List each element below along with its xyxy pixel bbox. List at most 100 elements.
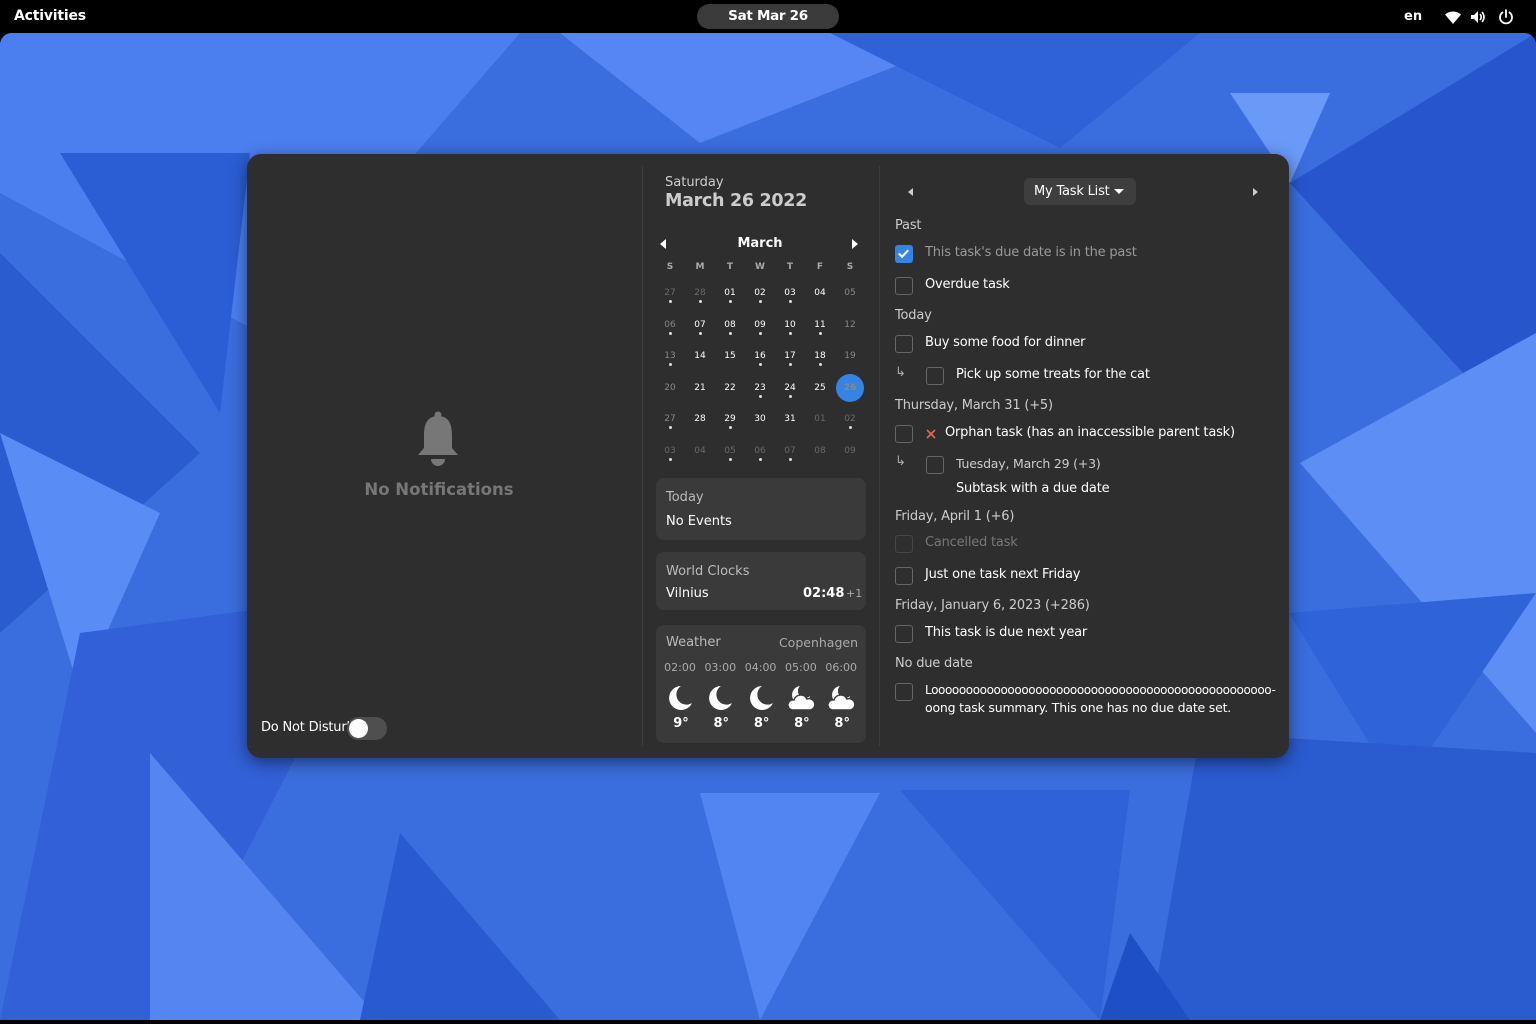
event-dot (759, 300, 762, 303)
event-dot (759, 394, 762, 398)
date-label[interactable]: March 26 2022 (665, 191, 807, 211)
event-dot (669, 426, 672, 429)
weekday-header: T (726, 262, 734, 272)
task-label: This task is due next year (925, 625, 1088, 640)
calendar-day[interactable]: 02 (745, 278, 775, 308)
task-list-selector[interactable]: My Task List (1024, 178, 1136, 205)
calendar-day[interactable]: 04 (805, 278, 835, 308)
calendar-day[interactable]: 16 (745, 341, 775, 371)
event-dot (759, 363, 762, 366)
task-label: Cancelled task (925, 535, 1018, 550)
calendar-day[interactable]: 27 (655, 278, 685, 308)
calendar-day[interactable]: 20 (655, 373, 685, 403)
dropdown-caret-icon (1114, 189, 1124, 194)
task-checkbox[interactable] (895, 245, 913, 263)
task-checkbox[interactable] (895, 683, 913, 701)
task-list-name: My Task List (1034, 184, 1110, 199)
do-not-disturb-switch[interactable] (347, 717, 387, 740)
activities-button[interactable]: Activities (14, 8, 86, 24)
night-clear-icon (749, 686, 773, 710)
calendar-day[interactable]: 29 (715, 404, 745, 434)
task-checkbox[interactable] (895, 277, 913, 295)
night-cloudy-icon (787, 686, 816, 711)
calendar-day[interactable]: 03 (655, 436, 685, 466)
weekday-header: W (755, 262, 765, 272)
notifications-column: No Notifications Do Not Disturb (247, 154, 642, 758)
event-dot (849, 426, 852, 429)
event-dot (789, 300, 792, 303)
calendar-day[interactable]: 15 (715, 341, 745, 371)
task-label: Overdue task (925, 277, 1010, 292)
calendar-day[interactable]: 08 (715, 310, 745, 340)
event-dot (699, 300, 702, 303)
calendar-day[interactable]: 11 (805, 310, 835, 340)
world-clocks-card[interactable]: World Clocks Vilnius 02:48 +1 (656, 552, 866, 610)
previous-list-icon[interactable] (903, 184, 919, 200)
calendar-day[interactable]: 24 (775, 373, 805, 403)
calendar-day[interactable]: 02 (835, 404, 865, 434)
calendar-day[interactable]: 05 (835, 278, 865, 308)
clock-time: 02:48 (803, 586, 845, 601)
next-list-icon[interactable] (1247, 184, 1263, 200)
calendar-day[interactable]: 17 (775, 341, 805, 371)
calendar-day[interactable]: 13 (655, 341, 685, 371)
calendar-day[interactable]: 25 (805, 373, 835, 403)
calendar-column: Saturday March 26 2022 March S M T W T F S 27 28… (643, 154, 879, 758)
calendar-day[interactable]: 12 (835, 310, 865, 340)
power-icon[interactable] (1497, 8, 1515, 26)
calendar-day[interactable]: 07 (685, 310, 715, 340)
calendar-day[interactable]: 27 (655, 404, 685, 434)
task-checkbox[interactable] (926, 456, 944, 474)
calendar-day[interactable]: 01 (715, 278, 745, 308)
task-checkbox[interactable] (895, 625, 913, 643)
calendar-day[interactable]: 06 (655, 310, 685, 340)
event-dot (729, 331, 732, 335)
weekday-label[interactable]: Saturday (665, 175, 724, 190)
wifi-icon[interactable] (1444, 8, 1462, 26)
clock-city: Vilnius (666, 586, 709, 601)
top-bar: Activities Sat Mar 26 01:48:15 en (0, 0, 1536, 49)
section-past: Past (895, 218, 922, 233)
event-dot (789, 363, 792, 366)
calendar-day[interactable]: 03 (775, 278, 805, 308)
next-month-icon[interactable] (847, 236, 863, 252)
task-checkbox[interactable] (895, 567, 913, 585)
calendar-day[interactable]: 08 (805, 436, 835, 466)
calendar-day-selected[interactable]: 26 (836, 373, 864, 402)
calendar-day[interactable]: 28 (685, 278, 715, 308)
switch-knob (349, 719, 368, 738)
task-label: Looooooooooooooooooooooooooooooooooooooo… (925, 683, 1276, 697)
calendar-day[interactable]: 10 (775, 310, 805, 340)
language-indicator[interactable]: en (1404, 9, 1422, 24)
calendar-day[interactable]: 04 (685, 436, 715, 466)
calendar-day[interactable]: 06 (745, 436, 775, 466)
calendar-day[interactable]: 21 (685, 373, 715, 403)
calendar-day[interactable]: 28 (685, 404, 715, 434)
clock-offset: +1 (846, 587, 863, 600)
calendar-day[interactable]: 14 (685, 341, 715, 371)
calendar-day[interactable]: 19 (835, 341, 865, 371)
calendar-day[interactable]: 09 (835, 436, 865, 466)
night-cloudy-icon (827, 686, 856, 711)
weather-card[interactable]: Weather Copenhagen 02:00 9° 03:00 8° 04:00 8°… (656, 625, 866, 743)
section-no-due-date: No due date (895, 656, 973, 671)
calendar-day[interactable]: 18 (805, 341, 835, 371)
subtask-arrow-icon: ↳ (895, 454, 906, 469)
volume-icon[interactable] (1469, 8, 1487, 26)
task-checkbox[interactable] (895, 335, 913, 353)
calendar-day[interactable]: 31 (775, 404, 805, 434)
calendar-day[interactable]: 01 (805, 404, 835, 434)
events-card[interactable]: Today No Events (656, 478, 866, 540)
night-clear-icon (709, 686, 733, 710)
section-today: Today (895, 308, 932, 323)
calendar-day[interactable]: 22 (715, 373, 745, 403)
calendar-day[interactable]: 05 (715, 436, 745, 466)
calendar-day[interactable]: 23 (745, 373, 775, 403)
task-checkbox[interactable] (895, 425, 913, 443)
task-checkbox[interactable] (895, 535, 913, 553)
calendar-day[interactable]: 30 (745, 404, 775, 434)
task-checkbox[interactable] (926, 367, 944, 385)
calendar-day[interactable]: 07 (775, 436, 805, 466)
clock-button[interactable]: Sat Mar 26 01:48:15 (697, 4, 839, 49)
calendar-day[interactable]: 09 (745, 310, 775, 340)
